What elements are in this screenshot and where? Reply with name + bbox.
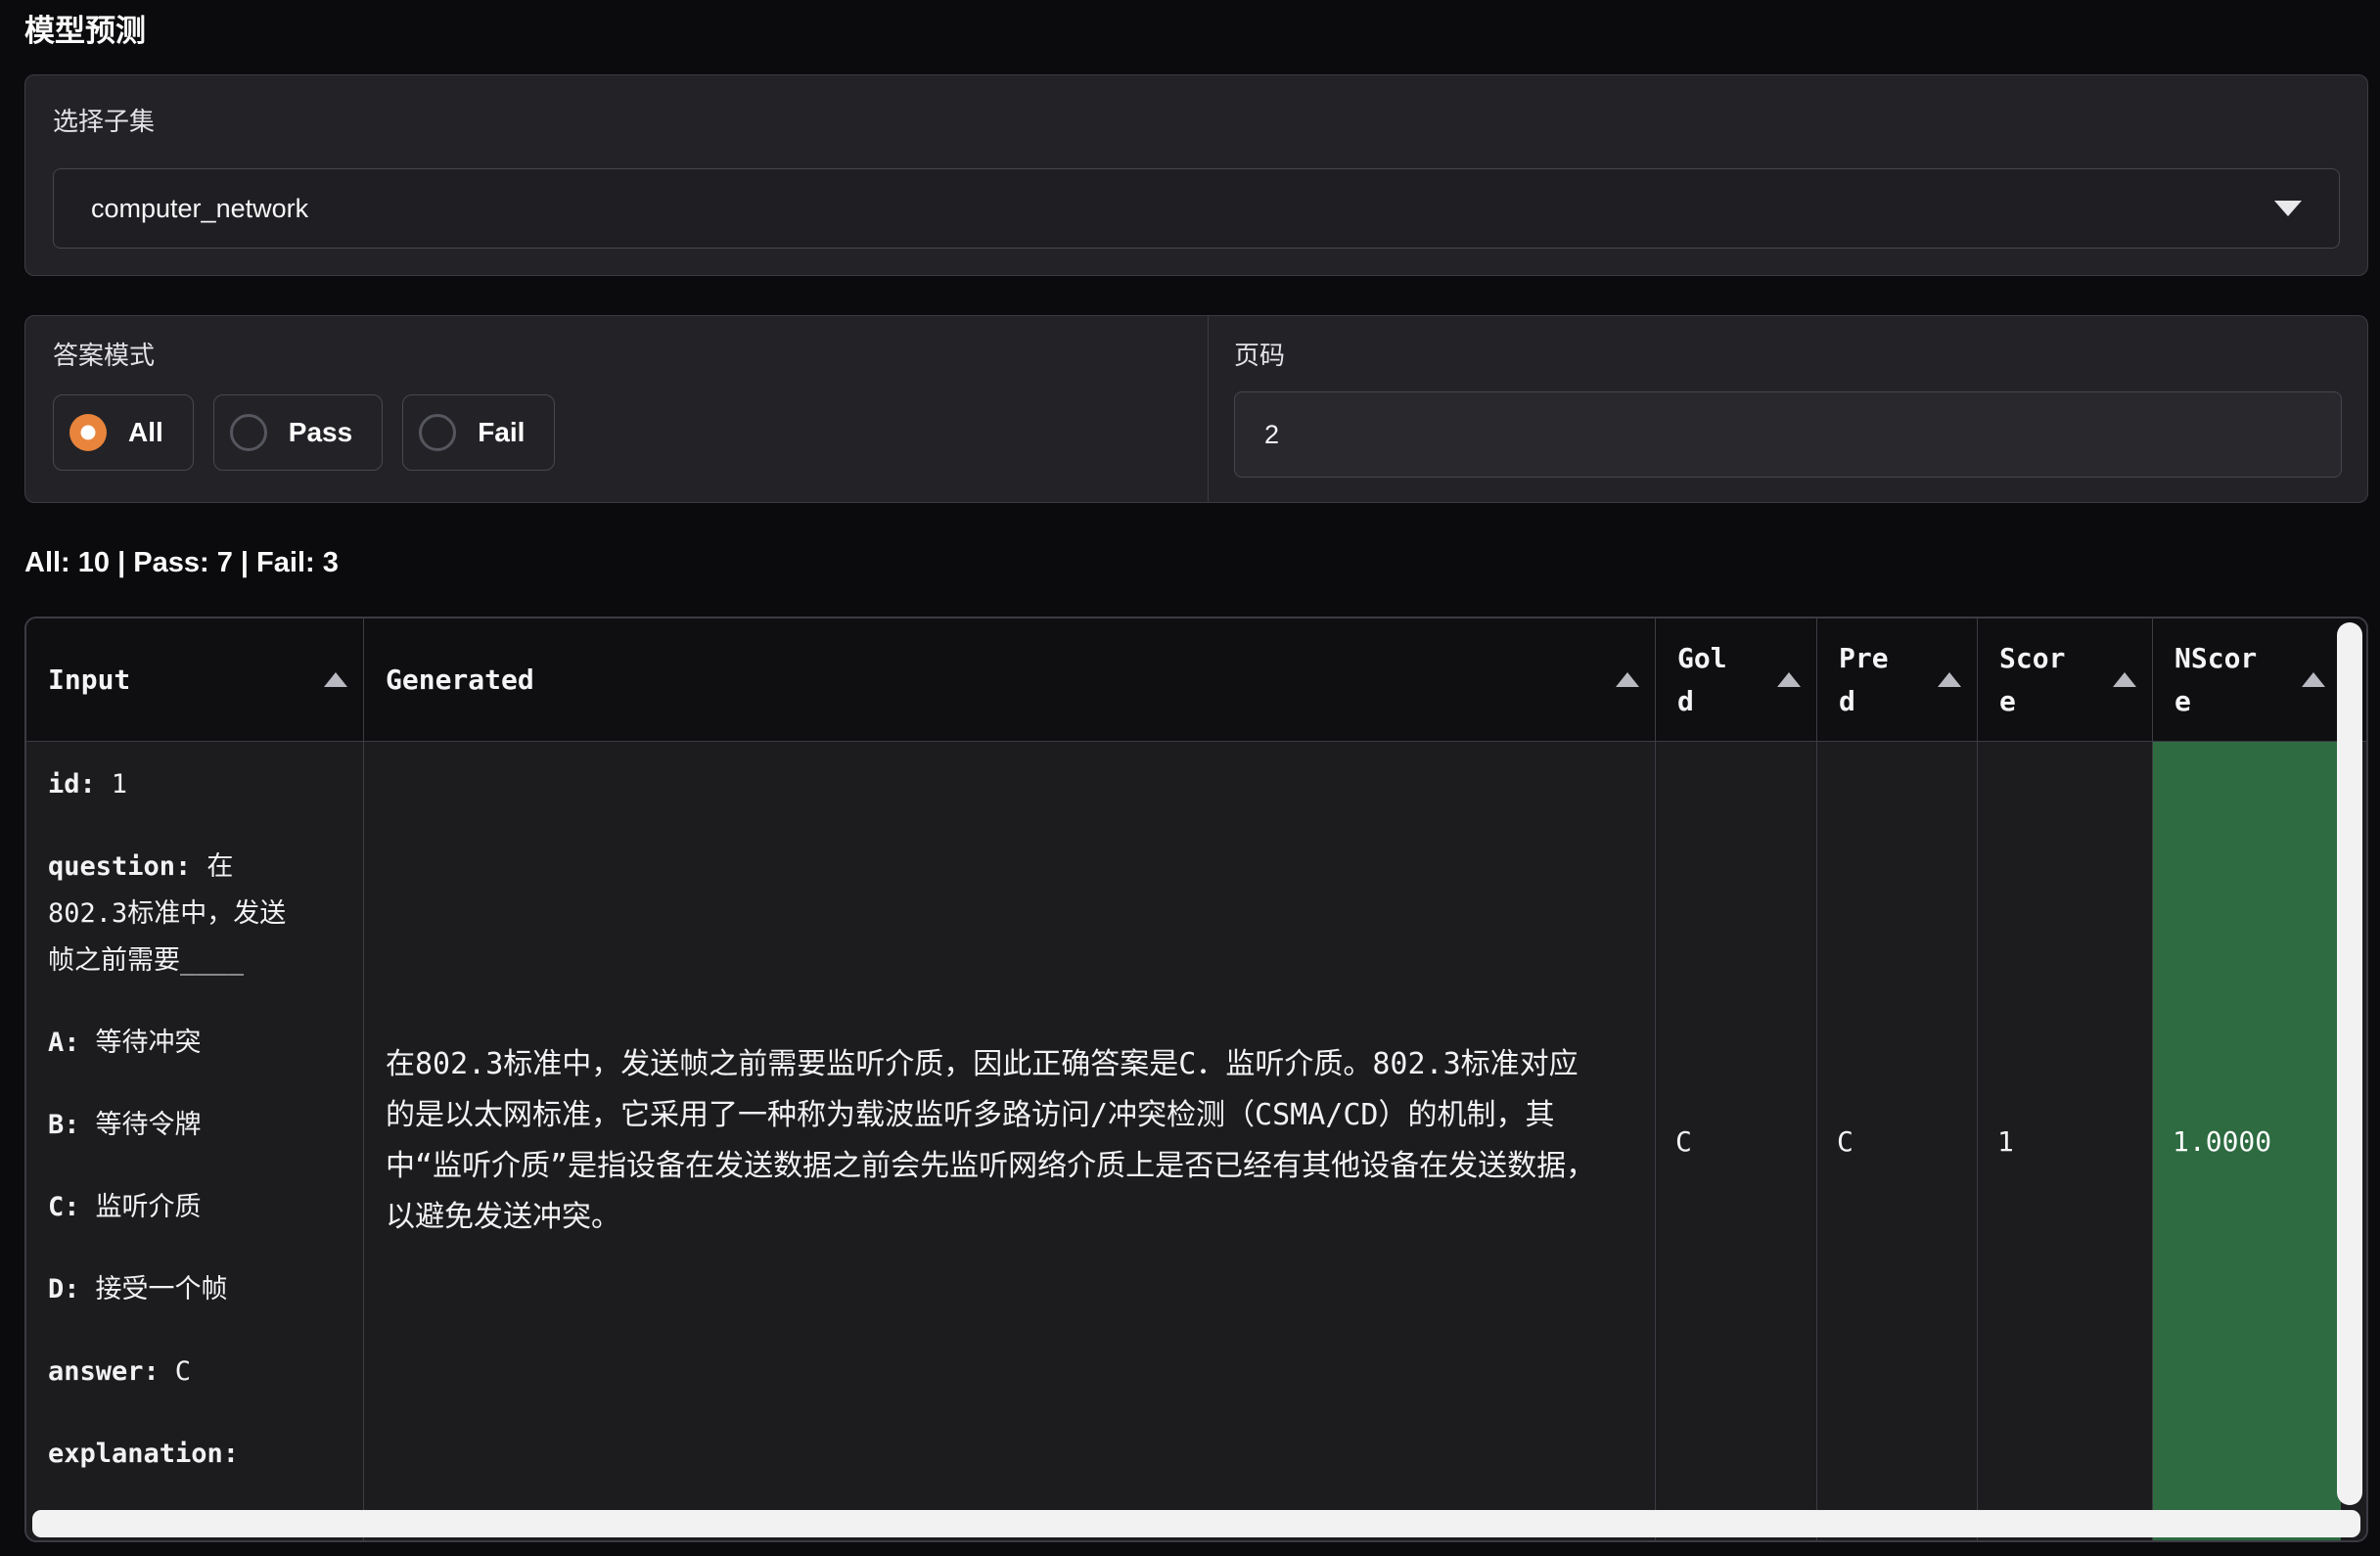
cell-input: id:1 question:在802.3标准中，发送帧之前需要____ A:等待…: [26, 742, 364, 1540]
sort-asc-icon: [2113, 672, 2136, 687]
sort-asc-icon: [2302, 672, 2325, 687]
radio-option-all[interactable]: All: [53, 394, 194, 471]
answer-mode-options: All Pass Fail: [53, 394, 1180, 471]
column-header-nscore[interactable]: NScore: [2153, 618, 2341, 741]
column-header-score[interactable]: Score: [1978, 618, 2153, 741]
answer-mode-label: 答案模式: [53, 341, 1180, 370]
page-number-value: 2: [1264, 420, 1279, 450]
page-number-label: 页码: [1234, 341, 2342, 370]
sort-asc-icon: [1777, 672, 1801, 687]
cell-generated: 在802.3标准中，发送帧之前需要监听介质，因此正确答案是C．监听介质。802.…: [364, 742, 1656, 1540]
filter-panel: 答案模式 All Pass Fail 页码 2: [24, 315, 2368, 503]
radio-option-pass[interactable]: Pass: [213, 394, 383, 471]
column-header-input[interactable]: Input: [26, 618, 364, 741]
table-row: id:1 question:在802.3标准中，发送帧之前需要____ A:等待…: [26, 742, 2366, 1540]
page-number-group: 页码 2: [1208, 316, 2367, 502]
predictions-table: Input Generated Gold Pred Score NScore: [24, 617, 2368, 1542]
page-number-input[interactable]: 2: [1234, 391, 2342, 478]
results-summary: All: 10 | Pass: 7 | Fail: 3: [24, 546, 2368, 579]
cell-nscore: 1.0000: [2153, 742, 2341, 1540]
radio-selected-icon: [69, 414, 107, 451]
column-header-generated[interactable]: Generated: [364, 618, 1656, 741]
cell-gold: C: [1656, 742, 1817, 1540]
sort-asc-icon: [1616, 672, 1639, 687]
table-header-row: Input Generated Gold Pred Score NScore: [26, 618, 2366, 742]
radio-option-fail[interactable]: Fail: [402, 394, 555, 471]
radio-unselected-icon: [230, 414, 267, 451]
subset-panel: 选择子集 computer_network: [24, 74, 2368, 276]
sort-asc-icon: [324, 672, 347, 687]
radio-unselected-icon: [419, 414, 456, 451]
answer-mode-group: 答案模式 All Pass Fail: [25, 316, 1208, 502]
page-title: 模型预测: [24, 12, 2368, 51]
column-header-pred[interactable]: Pred: [1817, 618, 1978, 741]
cell-pred: C: [1817, 742, 1978, 1540]
column-header-gold[interactable]: Gold: [1656, 618, 1817, 741]
subset-dropdown-value: computer_network: [91, 194, 308, 224]
vertical-scrollbar[interactable]: [2337, 622, 2362, 1505]
horizontal-scrollbar[interactable]: [32, 1510, 2360, 1537]
main-content: 模型预测 选择子集 computer_network 答案模式 All Pass: [24, 0, 2368, 1542]
subset-dropdown[interactable]: computer_network: [53, 168, 2340, 249]
sort-asc-icon: [1938, 672, 1961, 687]
cell-score: 1: [1978, 742, 2153, 1540]
chevron-down-icon: [2274, 201, 2302, 216]
subset-label: 选择子集: [53, 107, 2340, 136]
